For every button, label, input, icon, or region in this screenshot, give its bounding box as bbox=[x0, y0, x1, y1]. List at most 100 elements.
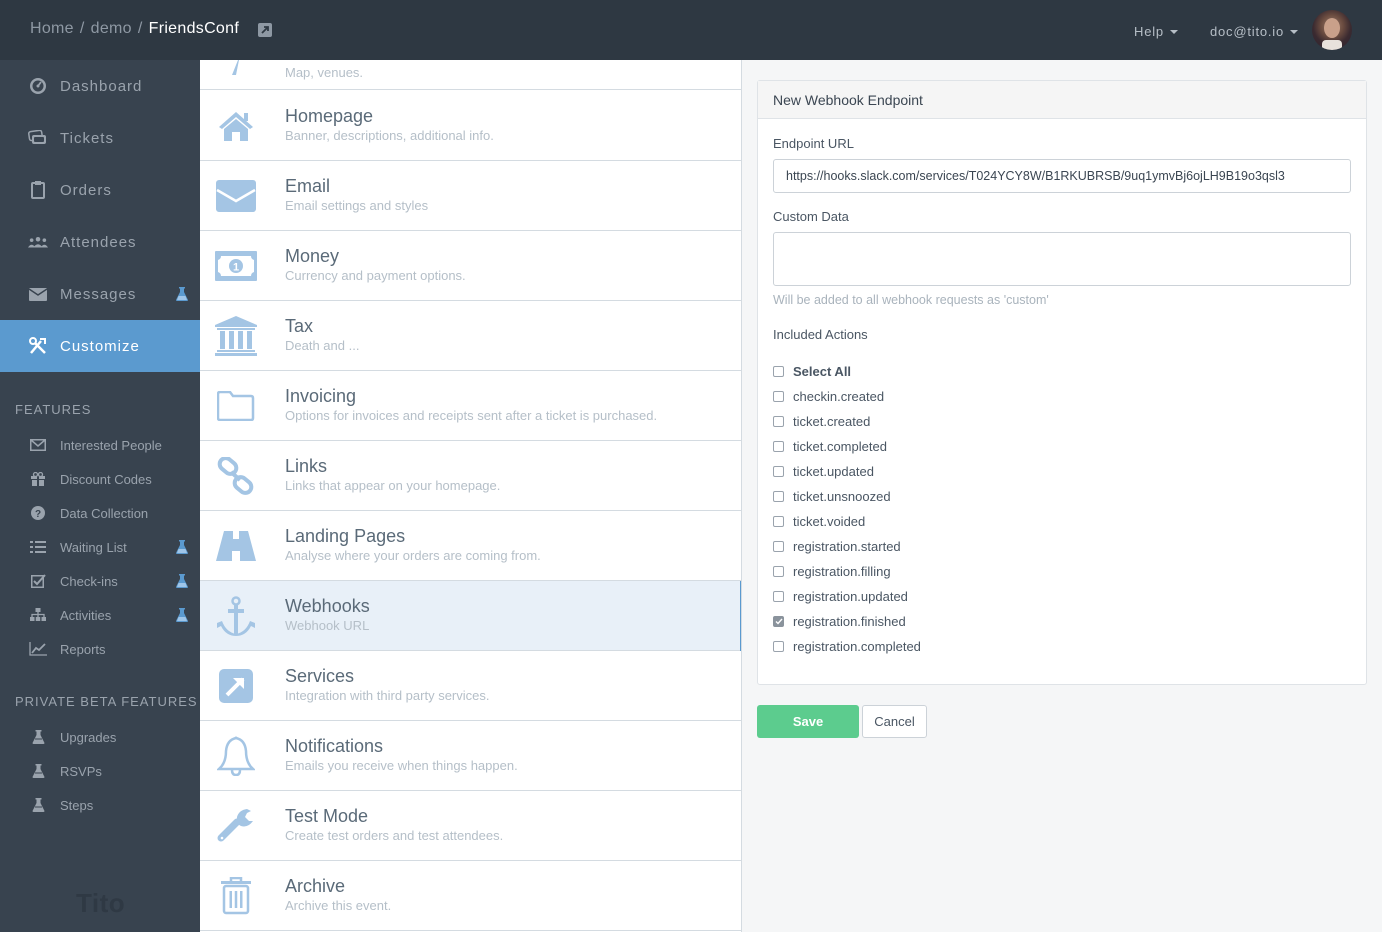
home-icon bbox=[214, 106, 258, 146]
action-checkbox-row[interactable]: ticket.unsnoozed bbox=[773, 484, 921, 509]
tickets-icon bbox=[28, 129, 48, 147]
breadcrumb-demo[interactable]: demo bbox=[91, 20, 132, 38]
help-menu[interactable]: Help bbox=[1134, 24, 1178, 39]
action-checkbox-row[interactable]: registration.completed bbox=[773, 634, 921, 659]
action-checkbox-row[interactable]: ticket.updated bbox=[773, 459, 921, 484]
action-checkbox-row[interactable]: ticket.completed bbox=[773, 434, 921, 459]
dashboard-icon bbox=[28, 77, 48, 95]
checkbox[interactable] bbox=[773, 416, 784, 427]
private-beta-section-title: PRIVATE BETA FEATURES bbox=[15, 694, 198, 709]
settings-item-landing-pages[interactable]: Landing Pages Analyse where your orders a… bbox=[200, 511, 741, 581]
settings-item-money[interactable]: 1 Money Currency and payment options. bbox=[200, 231, 741, 301]
endpoint-url-input[interactable] bbox=[773, 159, 1351, 193]
chevron-down-icon bbox=[1169, 29, 1178, 34]
sidebar-item-label: Steps bbox=[60, 797, 94, 813]
save-button[interactable]: Save bbox=[757, 705, 859, 738]
sidebar-item-label: Waiting List bbox=[60, 539, 127, 555]
sidebar-item-steps[interactable]: Steps bbox=[0, 788, 200, 822]
action-checkbox-row[interactable]: registration.filling bbox=[773, 559, 921, 584]
checkbox[interactable] bbox=[773, 366, 784, 377]
breadcrumb-separator: / bbox=[79, 20, 85, 37]
webhook-form-panel: New Webhook Endpoint Endpoint URL Custom… bbox=[757, 80, 1367, 685]
trash-icon bbox=[214, 876, 258, 916]
sidebar-item-label: Messages bbox=[60, 285, 137, 303]
sidebar-item-check-ins[interactable]: Check-ins bbox=[0, 564, 200, 598]
checkbox[interactable] bbox=[773, 391, 784, 402]
settings-item-location[interactable]: Map, venues. bbox=[200, 60, 741, 90]
included-actions-label: Included Actions bbox=[773, 327, 868, 342]
sidebar-item-dashboard[interactable]: Dashboard bbox=[0, 60, 200, 112]
settings-item-desc: Analyse where your orders are coming fro… bbox=[285, 548, 541, 563]
settings-item-desc: Options for invoices and receipts sent a… bbox=[285, 408, 658, 423]
sidebar-item-interested-people[interactable]: Interested People bbox=[0, 428, 200, 462]
sidebar-item-label: Dashboard bbox=[60, 77, 143, 95]
checkbox-icon bbox=[29, 573, 47, 589]
settings-item-title: Test Mode bbox=[285, 806, 369, 826]
cancel-button[interactable]: Cancel bbox=[862, 705, 927, 738]
settings-item-notifications[interactable]: Notifications Emails you receive when thi… bbox=[200, 721, 741, 791]
action-checkbox-row[interactable]: registration.updated bbox=[773, 584, 921, 609]
sidebar-item-rsvps[interactable]: RSVPs bbox=[0, 754, 200, 788]
settings-item-homepage[interactable]: Homepage Banner, descriptions, additional… bbox=[200, 91, 741, 161]
settings-item-test-mode[interactable]: Test Mode Create test orders and test att… bbox=[200, 791, 741, 861]
settings-item-links[interactable]: Links Links that appear on your homepage. bbox=[200, 441, 741, 511]
sidebar-item-upgrades[interactable]: Upgrades bbox=[0, 720, 200, 754]
sidebar-item-attendees[interactable]: Attendees bbox=[0, 216, 200, 268]
sidebar-item-data-collection[interactable]: ? Data Collection bbox=[0, 496, 200, 530]
settings-item-desc: Banner, descriptions, additional info. bbox=[285, 128, 494, 143]
breadcrumb-current: FriendsConf bbox=[148, 20, 240, 37]
settings-item-webhooks[interactable]: Webhooks Webhook URL bbox=[200, 581, 741, 651]
checkbox[interactable] bbox=[773, 491, 784, 502]
checkbox[interactable] bbox=[773, 591, 784, 602]
sidebar-item-label: Customize bbox=[60, 337, 140, 355]
sidebar-item-waiting-list[interactable]: Waiting List bbox=[0, 530, 200, 564]
settings-item-services[interactable]: Services Integration with third party ser… bbox=[200, 651, 741, 721]
action-checkbox-row[interactable]: registration.started bbox=[773, 534, 921, 559]
checkbox[interactable] bbox=[773, 516, 784, 527]
breadcrumb-home[interactable]: Home bbox=[30, 20, 74, 38]
checkbox[interactable] bbox=[773, 541, 784, 552]
sidebar-item-label: Activities bbox=[60, 607, 112, 623]
top-bar: Home / demo / FriendsConf Help doc@tito.… bbox=[0, 0, 1382, 60]
checkbox[interactable] bbox=[773, 566, 784, 577]
breadcrumb-separator: / bbox=[137, 20, 143, 37]
sidebar-item-tickets[interactable]: Tickets bbox=[0, 112, 200, 164]
action-checkbox-row[interactable]: ticket.voided bbox=[773, 509, 921, 534]
sidebar-item-activities[interactable]: Activities bbox=[0, 598, 200, 632]
action-checkbox-row[interactable]: ticket.created bbox=[773, 409, 921, 434]
settings-item-desc: Integration with third party services. bbox=[285, 688, 490, 703]
checkbox[interactable] bbox=[773, 441, 784, 452]
select-all-checkbox[interactable]: Select All bbox=[773, 359, 921, 384]
checkbox-checked[interactable] bbox=[773, 616, 784, 627]
custom-data-input[interactable] bbox=[773, 232, 1351, 286]
settings-item-email[interactable]: Email Email settings and styles bbox=[200, 161, 741, 231]
settings-item-tax[interactable]: Tax Death and ... bbox=[200, 301, 741, 371]
action-checkbox-row[interactable]: checkin.created bbox=[773, 384, 921, 409]
envelope-outline-icon bbox=[29, 437, 47, 453]
checkbox[interactable] bbox=[773, 641, 784, 652]
breadcrumb: Home / demo / FriendsConf bbox=[30, 20, 239, 38]
external-link-icon[interactable] bbox=[258, 23, 272, 37]
checkbox[interactable] bbox=[773, 466, 784, 477]
user-menu[interactable]: doc@tito.io bbox=[1210, 24, 1299, 39]
sidebar-item-label: Check-ins bbox=[60, 573, 118, 589]
sidebar-item-orders[interactable]: Orders bbox=[0, 164, 200, 216]
action-checkbox-row[interactable]: registration.finished bbox=[773, 609, 921, 634]
settings-item-desc: Currency and payment options. bbox=[285, 268, 466, 283]
checkbox-label: ticket.created bbox=[793, 414, 871, 429]
folder-icon bbox=[214, 386, 258, 426]
sidebar-item-discount-codes[interactable]: Discount Codes bbox=[0, 462, 200, 496]
sidebar-item-messages[interactable]: Messages bbox=[0, 268, 200, 320]
settings-item-archive[interactable]: Archive Archive this event. bbox=[200, 861, 741, 931]
checkbox-label: ticket.unsnoozed bbox=[793, 489, 891, 504]
users-icon bbox=[28, 233, 48, 251]
sidebar-item-customize[interactable]: Customize bbox=[0, 320, 200, 372]
beta-flask-icon bbox=[176, 287, 188, 301]
avatar[interactable] bbox=[1312, 10, 1352, 50]
checkbox-label: registration.filling bbox=[793, 564, 891, 579]
settings-item-desc: Links that appear on your homepage. bbox=[285, 478, 501, 493]
flask-icon bbox=[29, 797, 47, 813]
sidebar-item-reports[interactable]: Reports bbox=[0, 632, 200, 666]
tito-logo: Tito bbox=[76, 888, 126, 918]
settings-item-invoicing[interactable]: Invoicing Options for invoices and receip… bbox=[200, 371, 741, 441]
